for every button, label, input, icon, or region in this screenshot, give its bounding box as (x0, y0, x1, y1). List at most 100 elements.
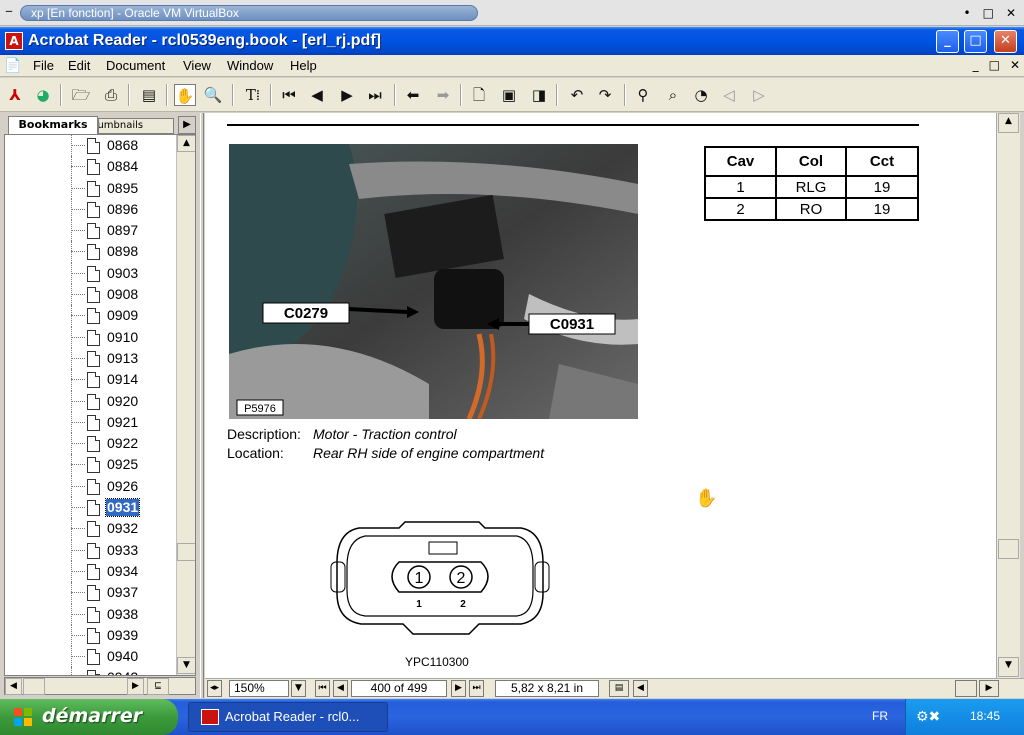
document-vertical-scrollbar[interactable]: ▲ ▼ (996, 113, 1020, 678)
acrobat-app-icon[interactable]: A (5, 32, 23, 50)
bookmark-item[interactable]: 0934 (5, 560, 175, 583)
network-icon[interactable]: ⚙✖ (916, 708, 946, 726)
status-first-page-button[interactable]: ⏮ (315, 680, 330, 697)
find-icon[interactable]: ⚲ (632, 84, 654, 106)
page-layout-icon[interactable]: ▤ (609, 680, 629, 697)
open-icon[interactable]: 🗁 (70, 84, 92, 106)
menu-file[interactable]: File (33, 58, 54, 74)
hscroll-right-button[interactable]: ▶ (979, 680, 999, 697)
show-navigation-pane-icon[interactable]: ▤ (138, 84, 160, 106)
hand-tool-icon[interactable]: ✋ (174, 84, 196, 106)
split-handle-icon[interactable]: ◂▸ (207, 680, 222, 697)
tabs-scroll-right-button[interactable]: ▶ (178, 116, 196, 134)
maximize-button[interactable]: □ (964, 30, 987, 53)
bookmark-item[interactable]: 0903 (5, 262, 175, 285)
print-icon[interactable]: ⎙ (100, 84, 122, 106)
bookmark-item[interactable]: 0926 (5, 475, 175, 498)
menu-edit[interactable]: Edit (68, 58, 90, 74)
fit-page-icon[interactable]: ▣ (498, 84, 520, 106)
document-menu-icon[interactable]: 📄 (4, 57, 26, 75)
bookmark-item[interactable]: 0895 (5, 177, 175, 199)
previous-page-icon[interactable]: ◀ (306, 84, 328, 106)
bookmark-item[interactable]: 0937 (5, 582, 175, 604)
go-back-icon[interactable]: ⬅ (402, 84, 424, 106)
last-page-icon[interactable]: ⏭ (364, 84, 386, 106)
page-number-field[interactable]: 400 of 499 (351, 680, 447, 697)
bookmark-item[interactable]: 0921 (5, 411, 175, 434)
bookmark-item[interactable]: 0931 (5, 497, 175, 519)
rotate-left-icon[interactable]: ↶ (566, 84, 588, 106)
bookmark-item[interactable]: 0939 (5, 624, 175, 647)
bookmark-item[interactable]: 0884 (5, 156, 175, 178)
doc-restore-button[interactable]: □ (989, 57, 1000, 73)
bookmark-item[interactable]: 0914 (5, 369, 175, 391)
hscroll-thumb[interactable] (955, 680, 977, 697)
document-view[interactable]: C0279 C0931 P5976 Description: Motor - T… (205, 113, 996, 678)
bookmark-hscroll-thumb[interactable] (23, 678, 45, 695)
bookmark-item[interactable]: 0938 (5, 603, 175, 625)
hscroll-left-button[interactable]: ◀ (633, 680, 648, 697)
bookmark-item[interactable]: 0897 (5, 220, 175, 242)
web-capture-icon[interactable]: ◕ (32, 84, 54, 106)
status-previous-page-button[interactable]: ◀ (333, 680, 348, 697)
vbox-close-button[interactable]: ✕ (1006, 4, 1016, 22)
bookmark-scroll-right-button[interactable]: ▶ (127, 678, 144, 695)
bookmark-item[interactable]: 0940 (5, 646, 175, 668)
bookmark-horizontal-scrollbar[interactable]: ◀ ▶ ⊑ (4, 677, 196, 695)
clock[interactable]: 18:45 (970, 709, 1000, 723)
bookmark-item[interactable]: 0898 (5, 241, 175, 263)
text-select-icon[interactable]: T⁞ (242, 84, 264, 106)
doc-minimize-button[interactable]: _ (973, 57, 979, 73)
start-button[interactable]: démarrer (0, 699, 178, 735)
zoom-field[interactable]: 150% (229, 680, 289, 697)
doc-close-button[interactable]: ✕ (1010, 57, 1020, 73)
previous-highlight-icon[interactable]: ◁ (718, 84, 740, 106)
status-next-page-button[interactable]: ▶ (451, 680, 466, 697)
next-highlight-icon[interactable]: ▷ (748, 84, 770, 106)
status-last-page-button[interactable]: ⏭ (469, 680, 484, 697)
vbox-menu-icon[interactable]: – (5, 3, 19, 21)
bookmark-item[interactable]: 0942 (5, 667, 175, 675)
bookmark-item[interactable]: 0908 (5, 284, 175, 306)
bookmark-item[interactable]: 0910 (5, 326, 175, 348)
bookmark-options-icon[interactable]: ⊑ (147, 678, 169, 695)
bookmark-item[interactable]: 0913 (5, 347, 175, 370)
doc-scroll-up-button[interactable]: ▲ (998, 113, 1019, 133)
next-page-icon[interactable]: ▶ (336, 84, 358, 106)
bookmark-item[interactable]: 0933 (5, 539, 175, 561)
vbox-shade-button[interactable]: • (964, 4, 971, 22)
bookmark-scroll-up-button[interactable]: ▲ (177, 135, 195, 152)
doc-scroll-thumb[interactable] (998, 539, 1019, 559)
menu-window[interactable]: Window (227, 58, 273, 74)
bookmark-scroll-left-button[interactable]: ◀ (5, 678, 22, 695)
pane-splitter[interactable] (200, 113, 204, 698)
close-button[interactable]: ✕ (994, 30, 1017, 53)
zoom-tool-icon[interactable]: 🔍 (202, 84, 224, 106)
actual-size-icon[interactable]: 🗋 (468, 84, 490, 106)
bookmark-item[interactable]: 0925 (5, 454, 175, 476)
bookmark-item[interactable]: 0922 (5, 433, 175, 455)
go-forward-icon[interactable]: ➡ (432, 84, 454, 106)
menu-view[interactable]: View (183, 58, 211, 74)
rotate-right-icon[interactable]: ↷ (594, 84, 616, 106)
bookmark-item[interactable]: 0932 (5, 518, 175, 540)
bookmark-scroll-down-button[interactable]: ▼ (177, 657, 195, 674)
taskbar-item-acrobat[interactable]: Acrobat Reader - rcl0... (188, 702, 388, 732)
fit-width-icon[interactable]: ◨ (528, 84, 550, 106)
bookmark-item[interactable]: 0920 (5, 390, 175, 412)
zoom-dropdown-button[interactable]: ▼ (291, 680, 306, 697)
menu-help[interactable]: Help (290, 58, 317, 74)
tab-thumbnails[interactable]: Thumbnails (98, 118, 174, 134)
tab-bookmarks[interactable]: Bookmarks (8, 116, 98, 134)
bookmark-scroll-thumb[interactable] (177, 543, 195, 561)
search-results-icon[interactable]: ◔ (690, 84, 712, 106)
acrobat-logo-icon[interactable]: ⅄ (4, 84, 26, 106)
minimize-button[interactable]: _ (936, 30, 959, 53)
bookmark-vertical-scrollbar[interactable]: ▲ ▼ (176, 135, 195, 675)
search-icon[interactable]: ⌕ (662, 84, 684, 106)
vbox-maximize-button[interactable]: □ (983, 4, 994, 22)
first-page-icon[interactable]: ⏮ (278, 84, 300, 106)
doc-scroll-down-button[interactable]: ▼ (998, 657, 1019, 677)
language-indicator[interactable]: FR (872, 709, 888, 723)
bookmark-item[interactable]: 0868 (5, 135, 175, 157)
